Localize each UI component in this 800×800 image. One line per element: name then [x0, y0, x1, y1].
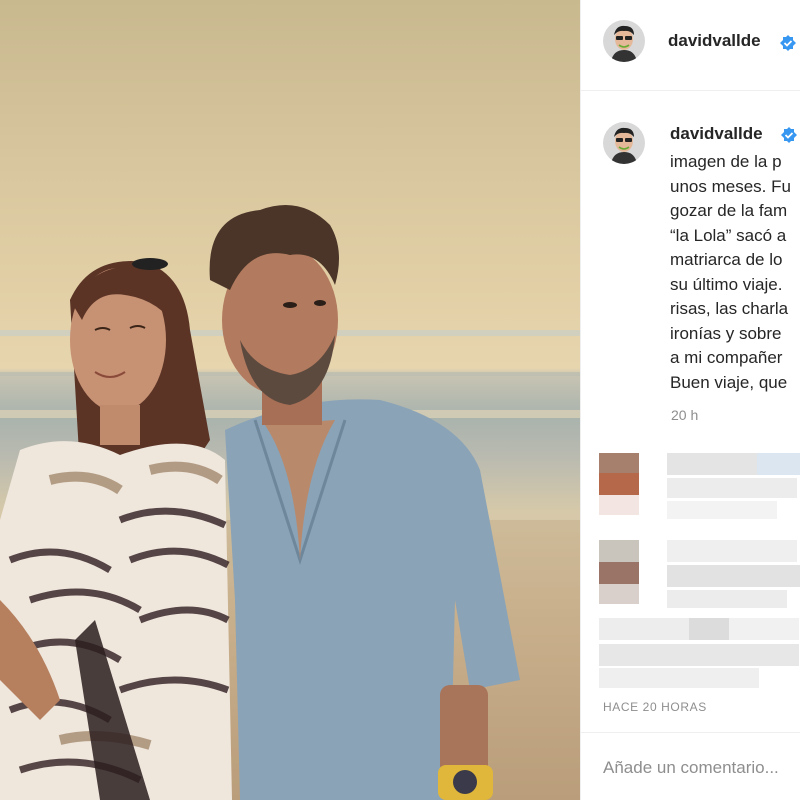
- caption-text: imagen de la p unos meses. Fu gozar de l…: [670, 150, 800, 395]
- caption-line: a mi compañer: [670, 348, 783, 367]
- verified-badge-icon: [781, 127, 797, 143]
- caption-username[interactable]: davidvallde: [670, 124, 763, 144]
- caption-line: Buen viaje, que: [670, 372, 788, 392]
- caption-line: imagen de la p: [670, 152, 782, 171]
- verified-badge-icon: [780, 35, 796, 51]
- pixelated-comment: [599, 540, 800, 690]
- post-sidebar: davidvallde davidvallde imagen de la p u…: [580, 0, 800, 800]
- avatar-illustration-icon: [603, 20, 645, 62]
- beach-scene-illustration: [0, 205, 580, 800]
- caption-avatar[interactable]: [603, 122, 645, 164]
- pixelated-comment: [599, 453, 800, 523]
- caption-line: “la Lola” sacó a: [670, 225, 787, 245]
- caption-line: unos meses. Fu: [670, 176, 791, 196]
- caption-line: matriarca de lo: [670, 250, 783, 269]
- avatar[interactable]: [603, 20, 645, 62]
- avatar-illustration-icon: [603, 122, 645, 164]
- caption-line: gozar de la fam: [670, 201, 788, 220]
- username[interactable]: davidvallde: [668, 31, 761, 51]
- post-timestamp: HACE 20 HORAS: [603, 700, 707, 714]
- divider: [581, 732, 800, 733]
- comment-input[interactable]: Añade un comentario...: [603, 758, 779, 778]
- post-header: davidvallde: [581, 0, 800, 91]
- caption-line: su último viaje.: [670, 274, 783, 294]
- caption-line: ironías y sobre: [670, 323, 782, 343]
- post-photo: [0, 0, 580, 800]
- caption-time[interactable]: 20 h: [671, 407, 698, 423]
- caption-line: risas, las charla: [670, 299, 789, 318]
